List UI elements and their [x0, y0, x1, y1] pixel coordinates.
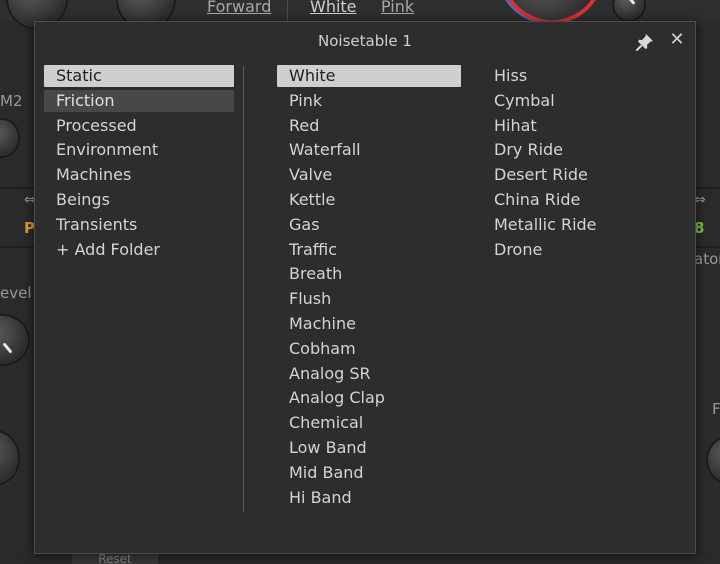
table-item-hi-band[interactable]: Hi Band: [277, 487, 461, 509]
table-item-breath[interactable]: Breath: [277, 263, 461, 285]
table-item-cymbal[interactable]: Cymbal: [482, 90, 666, 112]
table-item-traffic[interactable]: Traffic: [277, 239, 461, 261]
table-item-drone[interactable]: Drone: [482, 239, 666, 261]
folder-item-beings[interactable]: Beings: [44, 189, 234, 211]
table-item-dry-ride[interactable]: Dry Ride: [482, 139, 666, 161]
table-item-machine[interactable]: Machine: [277, 313, 461, 335]
table-item-hihat[interactable]: Hihat: [482, 115, 666, 137]
column-divider: [243, 66, 244, 512]
bg-knob-left-3[interactable]: [0, 432, 18, 484]
noisetable-dialog: Noisetable 1 ✕ Static Friction Processed…: [34, 21, 696, 554]
bg-hline-left-2: [0, 246, 34, 248]
close-icon[interactable]: ✕: [667, 30, 687, 50]
noise-table-list-col1: White Pink Red Waterfall Valve Kettle Ga…: [277, 65, 461, 511]
bg-pink-link[interactable]: Pink: [381, 0, 414, 16]
dialog-title: Noisetable 1: [318, 32, 412, 50]
bg-knob-left-2[interactable]: [0, 316, 28, 364]
bg-label-m2: M2: [0, 92, 23, 110]
bg-knob-left-1[interactable]: [0, 120, 18, 156]
bg-hline-right: [694, 187, 720, 189]
table-item-valve[interactable]: Valve: [277, 164, 461, 186]
bg-label-f: F: [712, 400, 720, 418]
bg-divider: [287, 0, 288, 21]
table-item-low-band[interactable]: Low Band: [277, 437, 461, 459]
bg-white-link[interactable]: White: [310, 0, 357, 16]
dialog-titlebar[interactable]: Noisetable 1 ✕: [35, 22, 695, 62]
folder-item-machines[interactable]: Machines: [44, 164, 234, 186]
folder-list: Static Friction Processed Environment Ma…: [44, 65, 234, 263]
table-item-cobham[interactable]: Cobham: [277, 338, 461, 360]
table-item-pink[interactable]: Pink: [277, 90, 461, 112]
table-item-flush[interactable]: Flush: [277, 288, 461, 310]
table-item-hiss[interactable]: Hiss: [482, 65, 666, 87]
table-item-analog-sr[interactable]: Analog SR: [277, 363, 461, 385]
table-item-chemical[interactable]: Chemical: [277, 412, 461, 434]
bg-knob-right[interactable]: [708, 438, 720, 482]
pin-icon[interactable]: [635, 32, 655, 52]
folder-item-friction[interactable]: Friction: [44, 89, 234, 112]
bg-top-strip: [0, 0, 720, 21]
table-item-waterfall[interactable]: Waterfall: [277, 139, 461, 161]
folder-item-processed[interactable]: Processed: [44, 115, 234, 137]
bg-forward-link[interactable]: Forward: [207, 0, 271, 16]
table-item-red[interactable]: Red: [277, 115, 461, 137]
noise-table-list-col2: Hiss Cymbal Hihat Dry Ride Desert Ride C…: [482, 65, 666, 263]
add-folder-button[interactable]: + Add Folder: [44, 239, 234, 261]
table-item-gas[interactable]: Gas: [277, 214, 461, 236]
bg-label-level: evel: [0, 284, 32, 302]
table-item-kettle[interactable]: Kettle: [277, 189, 461, 211]
table-item-china-ride[interactable]: China Ride: [482, 189, 666, 211]
table-item-white[interactable]: White: [277, 65, 461, 87]
table-item-desert-ride[interactable]: Desert Ride: [482, 164, 666, 186]
bg-label-ator: ator: [694, 250, 720, 268]
table-item-mid-band[interactable]: Mid Band: [277, 462, 461, 484]
table-item-metallic-ride[interactable]: Metallic Ride: [482, 214, 666, 236]
bg-hline-right-2: [694, 246, 720, 248]
folder-item-static[interactable]: Static: [44, 65, 234, 87]
table-item-analog-clap[interactable]: Analog Clap: [277, 387, 461, 409]
folder-item-transients[interactable]: Transients: [44, 214, 234, 236]
folder-item-environment[interactable]: Environment: [44, 139, 234, 161]
bg-hline-left: [0, 187, 34, 189]
